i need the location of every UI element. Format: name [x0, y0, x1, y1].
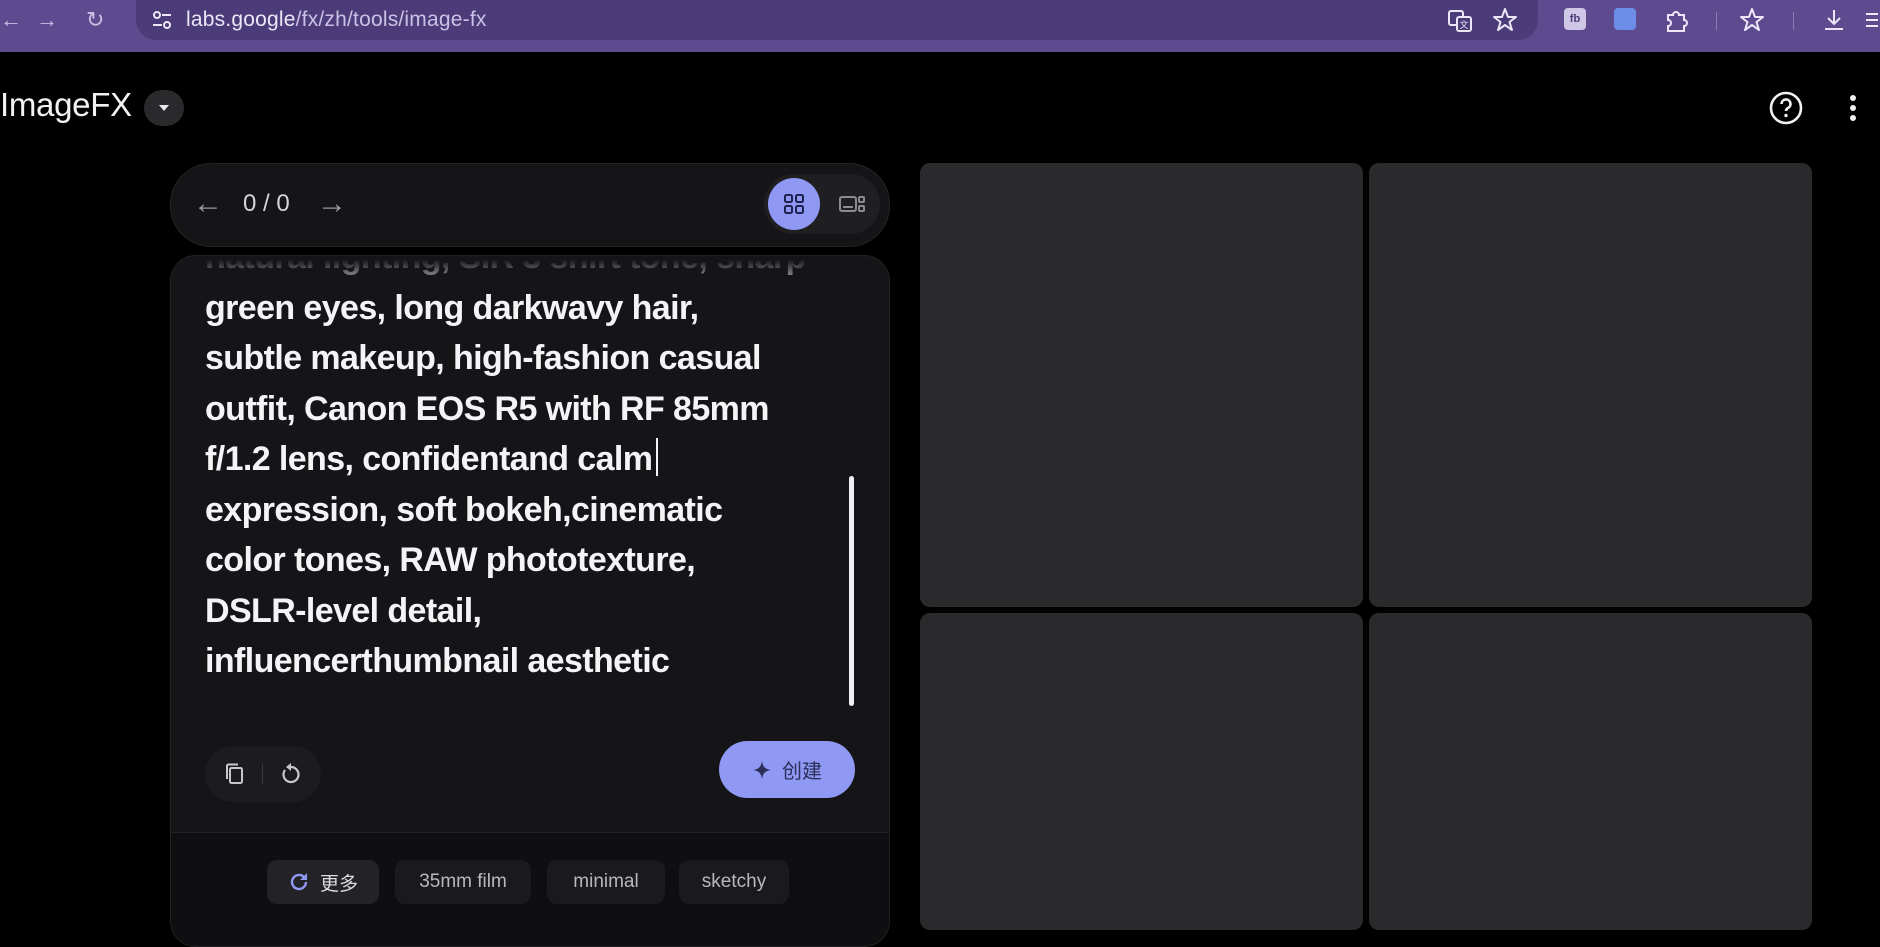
image-slot-3[interactable] [920, 613, 1363, 930]
refresh-icon [290, 873, 308, 891]
sparkle-icon [753, 760, 771, 779]
reset-button[interactable] [275, 758, 307, 790]
url-path: /fx/zh/tools/image-fx [295, 8, 487, 31]
app-title: ImageFX [0, 86, 132, 123]
previous-image-button[interactable]: ← [193, 188, 223, 220]
prompt-card: natural lighting, SIR 3 shirt tone, shar… [170, 255, 890, 947]
download-icon[interactable] [1820, 6, 1848, 34]
next-image-button[interactable]: → [317, 188, 347, 220]
app-switcher-button[interactable] [144, 90, 184, 126]
prompt-text-after-caret: expression, soft bokeh,cinematic color t… [205, 490, 723, 681]
single-view-icon [839, 196, 865, 212]
prompt-tools [205, 746, 321, 802]
prompt-scrollbar[interactable] [849, 476, 854, 706]
svg-text:文: 文 [1459, 19, 1468, 31]
prompt-top-fade [171, 256, 889, 292]
chip-sketchy[interactable]: sketchy [679, 860, 789, 904]
toolbar-divider [1716, 12, 1717, 30]
toolbar-divider [1793, 12, 1794, 30]
site-settings-icon[interactable] [150, 8, 174, 32]
tools-divider [262, 764, 263, 784]
image-count: 0 / 0 [243, 190, 290, 217]
url-host: labs.google [186, 8, 296, 31]
bookmark-star-icon[interactable] [1491, 6, 1519, 34]
translate-icon[interactable]: 文 [1446, 6, 1474, 34]
chip-minimal[interactable]: minimal [547, 860, 665, 904]
grid-view-button[interactable] [768, 178, 820, 230]
image-slot-1[interactable] [920, 163, 1363, 607]
chip-35mm-film[interactable]: 35mm film [395, 860, 531, 904]
help-icon[interactable] [1768, 90, 1804, 126]
more-chips-button[interactable]: 更多 [267, 860, 379, 904]
forward-icon[interactable]: → [36, 6, 58, 34]
prompt-input[interactable]: natural lighting, SIR 3 shirt tone, shar… [205, 256, 845, 687]
more-chips-label: 更多 [319, 873, 358, 895]
view-toggle [764, 174, 880, 234]
copy-button[interactable] [219, 758, 251, 790]
extension-fb-icon[interactable]: fb [1564, 8, 1586, 30]
image-pager: ← 0 / 0 → [170, 163, 890, 247]
address-bar[interactable]: labs.google/fx/zh/tools/image-fx 文 [136, 0, 1538, 40]
grid-view-icon [784, 194, 804, 214]
more-options-icon[interactable] [1846, 92, 1860, 124]
reload-icon[interactable]: ↻ [86, 6, 104, 34]
back-icon[interactable]: ← [0, 6, 22, 34]
image-slot-2[interactable] [1369, 163, 1812, 607]
single-view-button[interactable] [826, 178, 878, 230]
image-slot-4[interactable] [1369, 613, 1812, 930]
extensions-puzzle-icon[interactable] [1662, 6, 1690, 34]
browser-toolbar: ← → ↻ labs.google/fx/zh/tools/image-fx 文… [0, 0, 1880, 52]
menu-icon[interactable] [1862, 6, 1880, 34]
create-button-label: 创建 [782, 761, 822, 783]
reading-list-star-icon[interactable] [1738, 6, 1766, 34]
create-button[interactable]: 创建 [719, 741, 855, 798]
reset-icon [282, 763, 300, 784]
caret-down-icon [159, 105, 169, 111]
style-chips: 更多 35mm film minimal sketchy [171, 833, 889, 946]
text-caret [656, 438, 659, 476]
url-text[interactable]: labs.google/fx/zh/tools/image-fx [186, 8, 487, 32]
extension-translate-icon[interactable] [1614, 8, 1636, 30]
copy-icon [226, 763, 243, 784]
